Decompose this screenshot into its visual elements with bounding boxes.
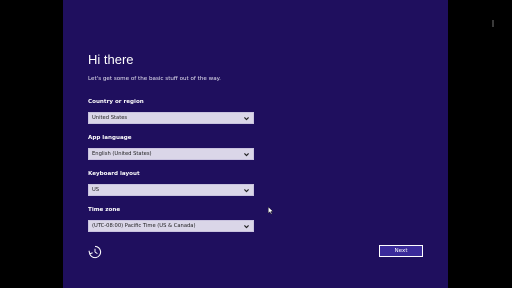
page-title: Hi there <box>88 52 134 67</box>
page-subtitle: Let's get some of the basic stuff out of… <box>88 76 221 82</box>
timezone-select[interactable]: (UTC-08:00) Pacific Time (US & Canada) <box>88 220 254 232</box>
timezone-value: (UTC-08:00) Pacific Time (US & Canada) <box>92 223 196 230</box>
mouse-pointer-icon <box>268 207 274 215</box>
next-button[interactable]: Next <box>379 245 423 257</box>
screen: { "page": { "title": "Hi there", "subtit… <box>0 0 512 288</box>
setup-panel: Hi there Let's get some of the basic stu… <box>63 0 448 288</box>
keyboard-value: US <box>92 187 100 194</box>
country-label: Country or region <box>88 99 144 105</box>
keyboard-select[interactable]: US <box>88 184 254 196</box>
country-select[interactable]: United States <box>88 112 254 124</box>
timezone-label: Time zone <box>88 207 121 213</box>
chevron-down-icon <box>244 224 249 228</box>
country-value: United States <box>92 115 128 122</box>
chevron-down-icon <box>244 152 249 156</box>
chevron-down-icon <box>244 188 249 192</box>
chevron-down-icon <box>244 116 249 120</box>
window-edge-mark <box>492 20 494 27</box>
language-label: App language <box>88 135 132 141</box>
language-value: English (United States) <box>92 151 152 158</box>
keyboard-label: Keyboard layout <box>88 171 140 177</box>
language-select[interactable]: English (United States) <box>88 148 254 160</box>
ease-of-access-icon[interactable] <box>87 244 103 260</box>
